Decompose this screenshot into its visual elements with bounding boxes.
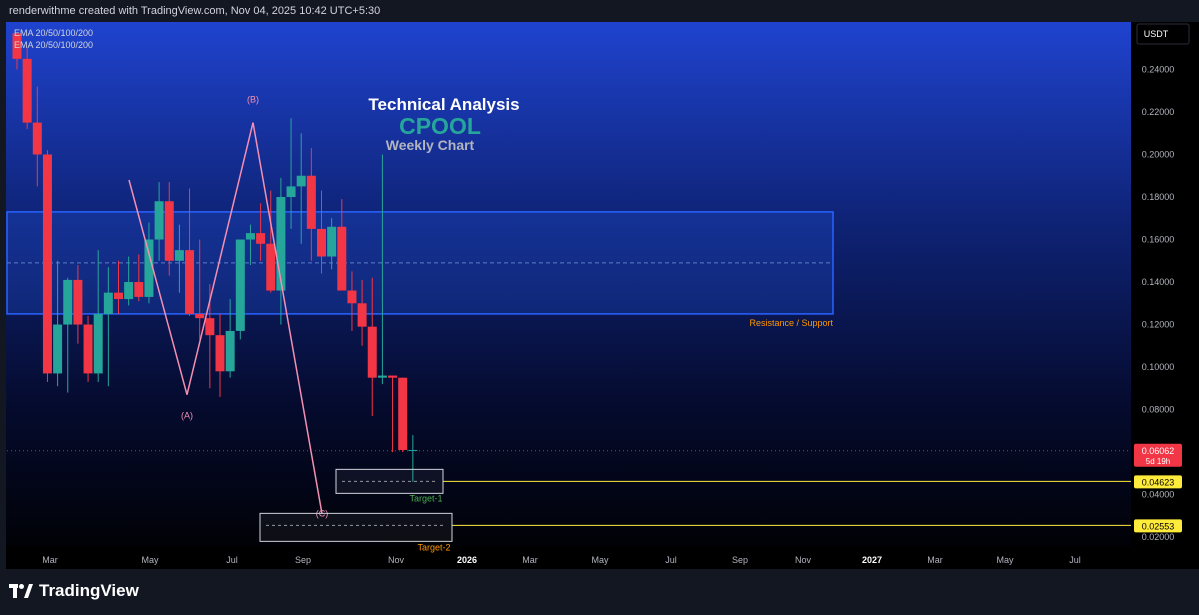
x-tick-label: Sep: [732, 555, 748, 565]
candle-body[interactable]: [93, 313, 103, 374]
candle-body[interactable]: [327, 226, 337, 257]
candle-body[interactable]: [296, 175, 306, 187]
candle-body[interactable]: [32, 122, 42, 155]
candle-body[interactable]: [53, 324, 63, 374]
x-tick-label: Jul: [665, 555, 677, 565]
candle-body[interactable]: [73, 279, 83, 325]
y-tick-label: 0.16000: [1142, 235, 1175, 245]
candle-body[interactable]: [337, 226, 347, 291]
candle-body[interactable]: [22, 58, 32, 123]
x-tick-label: Mar: [522, 555, 538, 565]
x-tick-label: May: [141, 555, 159, 565]
y-tick-label: 0.12000: [1142, 320, 1175, 330]
y-tick-label: 0.20000: [1142, 149, 1175, 159]
candle-body[interactable]: [42, 154, 52, 374]
y-tick-label: 0.02000: [1142, 532, 1175, 542]
chart-area[interactable]: Resistance / Support (A)(B)(C)Target-1Ta…: [0, 22, 1199, 569]
tradingview-logo-icon: [9, 584, 33, 598]
x-tick-label: Jul: [226, 555, 238, 565]
target-2-price: 0.02553: [1142, 521, 1175, 531]
y-tick-label: 0.08000: [1142, 405, 1175, 415]
x-tick-label: Nov: [388, 555, 405, 565]
candle-body[interactable]: [154, 201, 164, 240]
x-tick-label: 2027: [862, 555, 882, 565]
x-tick-label: Mar: [927, 555, 943, 565]
candle-body[interactable]: [124, 282, 134, 300]
candle-body[interactable]: [225, 330, 235, 372]
candle-body[interactable]: [103, 292, 113, 314]
x-tick-label: May: [591, 555, 609, 565]
y-tick-label: 0.18000: [1142, 192, 1175, 202]
candle-body[interactable]: [114, 292, 123, 300]
indicator-label-1[interactable]: EMA 20/50/100/200: [14, 28, 93, 38]
last-price-value: 0.06062: [1142, 446, 1175, 456]
title-line-2: CPOOL: [399, 113, 481, 139]
bottom-bar: TradingView: [0, 569, 1199, 615]
candle-body[interactable]: [174, 250, 184, 261]
candle-body[interactable]: [347, 290, 357, 304]
candle-body[interactable]: [164, 201, 174, 261]
title-line-3: Weekly Chart: [386, 137, 475, 153]
x-tick-label: May: [996, 555, 1014, 565]
currency-label: USDT: [1144, 29, 1169, 39]
candle-body[interactable]: [63, 279, 73, 325]
wave-label-a: (A): [181, 411, 193, 421]
price-chart[interactable]: Resistance / Support (A)(B)(C)Target-1Ta…: [0, 22, 1199, 569]
candle-body[interactable]: [195, 313, 205, 319]
candle-body[interactable]: [357, 303, 367, 327]
x-tick-label: Mar: [42, 555, 58, 565]
y-tick-label: 0.10000: [1142, 362, 1175, 372]
x-tick-label: 2026: [457, 555, 477, 565]
last-price-countdown: 5d 19h: [1146, 457, 1170, 466]
candle-body[interactable]: [306, 175, 316, 229]
time-axis: [6, 546, 1131, 569]
candle-body[interactable]: [256, 233, 266, 244]
candle-body[interactable]: [83, 324, 93, 374]
tradingview-logo[interactable]: TradingView: [9, 581, 139, 601]
candle-body[interactable]: [286, 186, 296, 198]
target-1-price: 0.04623: [1142, 477, 1175, 487]
target-2-label: Target-2: [417, 542, 450, 552]
candle-body[interactable]: [215, 335, 225, 372]
created-caption: renderwithme created with TradingView.co…: [9, 5, 381, 17]
x-tick-label: Nov: [795, 555, 812, 565]
wave-label-b: (B): [247, 95, 259, 105]
candle-body[interactable]: [205, 318, 215, 336]
top-bar: renderwithme created with TradingView.co…: [0, 0, 1199, 22]
indicator-label-2[interactable]: EMA 20/50/100/200: [14, 40, 93, 50]
candle-body[interactable]: [185, 250, 195, 314]
candle-body[interactable]: [388, 375, 398, 378]
candle-body[interactable]: [134, 282, 144, 297]
candle-body[interactable]: [245, 233, 255, 240]
y-tick-label: 0.24000: [1142, 64, 1175, 74]
candle-body[interactable]: [367, 326, 377, 378]
zone-label: Resistance / Support: [749, 318, 833, 328]
candle-body[interactable]: [266, 243, 276, 291]
x-tick-label: Jul: [1069, 555, 1081, 565]
y-tick-label: 0.14000: [1142, 277, 1175, 287]
y-tick-label: 0.22000: [1142, 107, 1175, 117]
candle-body[interactable]: [377, 375, 387, 378]
candle-body[interactable]: [317, 228, 326, 257]
target-1-label: Target-1: [409, 493, 442, 503]
title-line-1: Technical Analysis: [368, 95, 519, 114]
candle-body[interactable]: [235, 239, 245, 331]
y-tick-label: 0.04000: [1142, 490, 1175, 500]
target-2-box[interactable]: [259, 512, 453, 542]
x-tick-label: Sep: [295, 555, 311, 565]
brand-name: TradingView: [39, 581, 139, 600]
candle-body[interactable]: [398, 377, 408, 450]
